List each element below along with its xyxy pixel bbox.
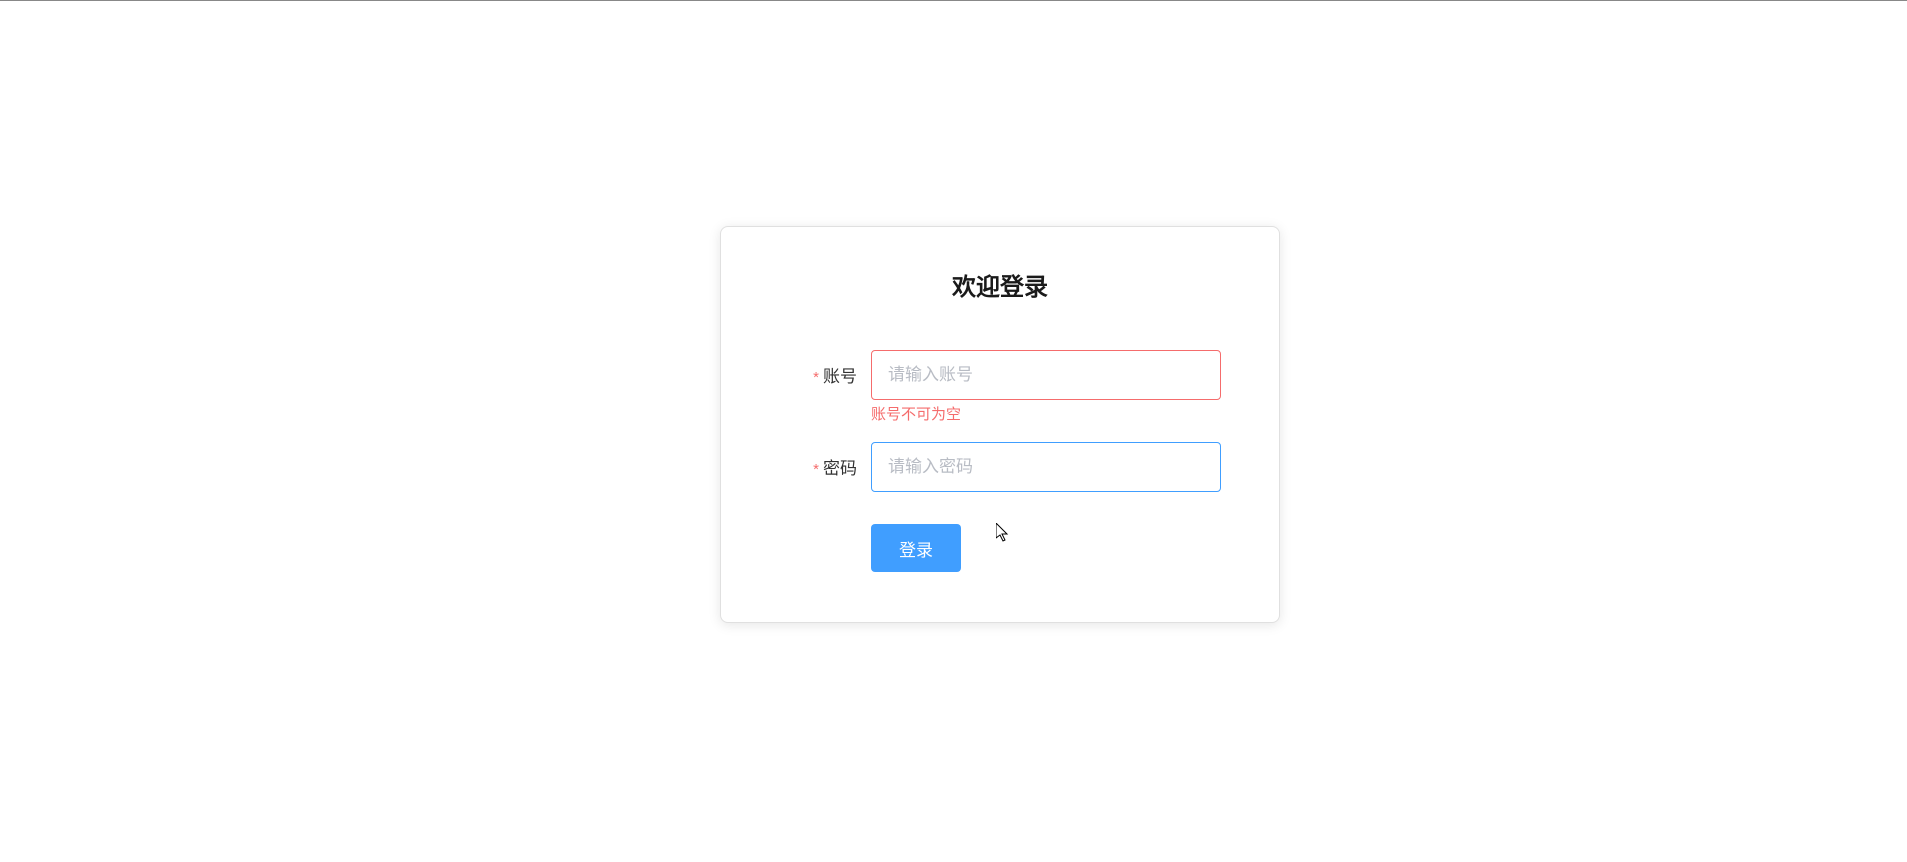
login-button[interactable]: 登录 xyxy=(871,524,961,572)
password-label-col: *密码 xyxy=(761,442,871,479)
account-row: *账号 账号不可为空 xyxy=(761,350,1239,424)
login-title: 欢迎登录 xyxy=(761,267,1239,302)
password-row: *密码 xyxy=(761,442,1239,492)
required-star-icon: * xyxy=(813,461,819,478)
account-error-message: 账号不可为空 xyxy=(871,406,1221,424)
account-input[interactable] xyxy=(871,350,1221,400)
account-label-col: *账号 xyxy=(761,350,871,387)
password-input[interactable] xyxy=(871,442,1221,492)
button-row: 登录 xyxy=(761,524,1239,572)
password-input-col xyxy=(871,442,1221,492)
account-label: 账号 xyxy=(823,367,857,386)
password-label: 密码 xyxy=(823,459,857,478)
login-card: 欢迎登录 *账号 账号不可为空 *密码 登录 xyxy=(720,226,1280,623)
account-input-col: 账号不可为空 xyxy=(871,350,1221,424)
required-star-icon: * xyxy=(813,369,819,386)
